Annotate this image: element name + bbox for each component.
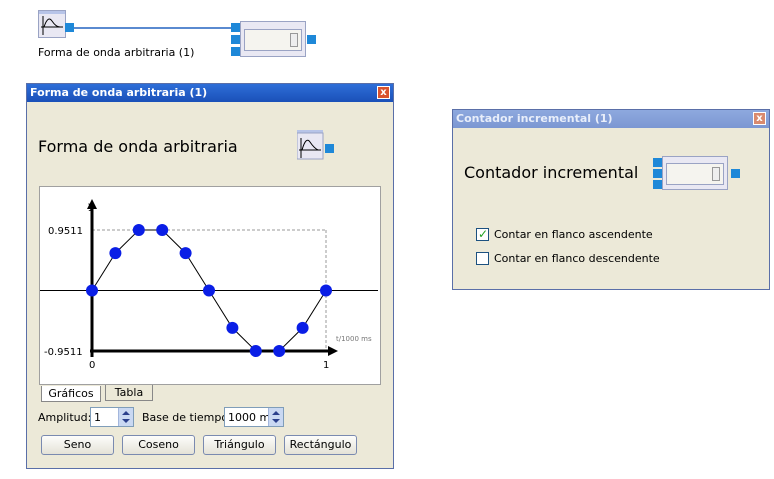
waveform-close-button[interactable]: x [377,86,390,99]
x-tick-label: 0 [89,360,95,371]
x-tick-label: 1 [323,360,329,371]
y-axis-label: y [88,201,94,212]
cosine-button[interactable]: Coseno [122,435,195,455]
rising-edge-label: Contar en flanco ascendente [494,228,653,241]
waveform-point [296,321,309,334]
waveform-point [156,224,169,236]
tab-graficos[interactable]: Gráficos [41,386,101,402]
amplitude-stepper[interactable] [118,408,133,426]
amplitude-spinbox[interactable]: 1 [90,407,134,427]
rectangle-button[interactable]: Rectángulo [284,435,357,455]
waveform-block-label: Forma de onda arbitraria (1) [38,46,195,59]
counter-output-pin[interactable] [307,35,316,44]
counter-input-pin-3[interactable] [231,47,240,56]
timebase-label: Base de tiempo: [142,411,232,424]
counter-display [244,29,302,51]
counter-window-titlebar[interactable]: Contador incremental (1) x [453,110,769,128]
x-axis-arrow [328,346,338,356]
waveform-block[interactable] [38,10,66,38]
waveform-heading: Forma de onda arbitraria [38,137,238,156]
connection-wire [73,27,231,29]
waveform-window-title: Forma de onda arbitraria (1) [30,86,208,99]
waveform-point [273,345,286,357]
counter-heading-icon [653,156,743,190]
waveform-point [109,247,122,260]
counter-input-pin-2[interactable] [231,35,240,44]
amplitude-value: 1 [94,411,101,424]
falling-edge-label: Contar en flanco descendente [494,252,660,265]
waveform-chart[interactable]: y t/1000 ms 0.9511 -0.9511 0 1 [40,187,378,382]
x-axis-label: t/1000 ms [336,335,372,343]
triangle-button[interactable]: Triángulo [203,435,276,455]
waveform-point [179,247,192,260]
amplitude-label: Amplitud: [38,411,92,424]
y-tick-label: 0.9511 [48,226,83,237]
waveform-point [249,345,262,357]
counter-window-title: Contador incremental (1) [456,112,613,125]
timebase-value: 1000 [228,411,256,424]
waveform-icon [39,11,65,35]
waveform-point [86,284,98,297]
waveform-chart-frame: y t/1000 ms 0.9511 -0.9511 0 1 [39,186,381,385]
counter-input-pin-1[interactable] [231,23,240,32]
counter-close-button[interactable]: x [753,112,766,125]
waveform-point [320,284,332,297]
sine-button[interactable]: Seno [41,435,114,455]
falling-edge-checkbox[interactable] [476,252,489,265]
tab-tabla[interactable]: Tabla [105,385,153,401]
timebase-stepper[interactable] [268,408,283,426]
waveform-output-pin[interactable] [65,23,74,32]
rising-edge-checkbox[interactable]: ✓ [476,227,489,241]
counter-heading: Contador incremental [464,163,639,182]
waveform-window-titlebar[interactable]: Forma de onda arbitraria (1) x [27,84,393,102]
waveform-heading-icon [297,130,334,160]
timebase-spinbox[interactable]: 1000 ms [224,407,284,427]
waveform-window: Forma de onda arbitraria (1) x Forma de … [26,83,394,469]
waveform-point [203,284,215,297]
counter-block[interactable] [240,21,306,57]
y-tick-label: -0.9511 [44,347,83,358]
waveform-point [132,224,145,236]
waveform-point [226,321,239,334]
checkmark-icon: ✓ [478,227,489,241]
counter-window: Contador incremental (1) x Contador incr… [452,109,770,290]
